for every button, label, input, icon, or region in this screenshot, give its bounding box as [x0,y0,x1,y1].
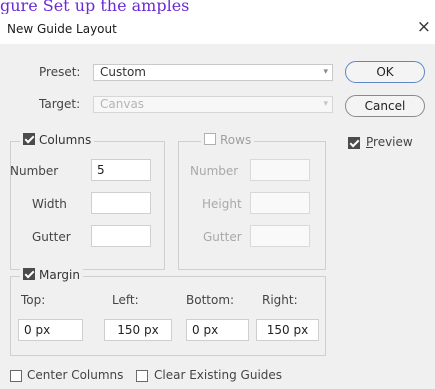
target-label: Target: [39,97,81,111]
rows-gutter-label: Gutter [203,230,242,244]
margin-top-label: Top: [21,293,46,307]
columns-number-label: Number [10,164,59,178]
preview-label[interactable]: Preview [366,135,413,149]
columns-width-input[interactable] [91,192,151,214]
preset-value: Custom [100,65,146,79]
rows-checkbox[interactable] [204,133,216,145]
center-columns-checkbox[interactable] [10,370,22,382]
margin-bottom-input[interactable]: 0 px [186,319,249,341]
margin-right-label: Right: [262,293,298,307]
rows-legend: Rows [201,133,255,147]
margin-checkbox[interactable] [23,268,35,280]
rows-number-label: Number [190,164,239,178]
margin-left-label: Left: [112,293,139,307]
margin-label[interactable]: Margin [39,268,80,282]
columns-number-input[interactable]: 5 [91,159,151,181]
title-bar: New Guide Layout × [0,14,435,44]
target-value: Canvas [100,97,145,111]
columns-checkbox[interactable] [23,133,35,145]
columns-legend: Columns [20,133,95,147]
close-icon[interactable]: × [417,17,431,37]
margin-top-input[interactable]: 0 px [18,319,83,341]
clear-existing-guides-label[interactable]: Clear Existing Guides [154,368,282,382]
center-columns-label[interactable]: Center Columns [27,368,123,382]
top-caption: gure Set up the amples [0,0,435,14]
rows-gutter-input[interactable] [250,225,310,247]
target-select[interactable]: Canvas ▾ [93,96,333,113]
preview-checkbox[interactable] [348,137,360,149]
columns-width-label: Width [32,197,67,211]
columns-gutter-label: Gutter [32,230,71,244]
rows-height-label: Height [202,197,242,211]
preset-select[interactable]: Custom ▾ [93,64,333,81]
chevron-down-icon: ▾ [323,99,328,109]
margin-left-input[interactable]: 150 px [104,319,172,341]
dialog-title: New Guide Layout [7,22,117,36]
new-guide-layout-dialog: New Guide Layout × Preset: Custom ▾ Targ… [0,14,435,389]
cancel-button[interactable]: Cancel [345,95,425,117]
rows-number-input[interactable] [250,159,310,181]
margin-group [10,276,326,356]
columns-label[interactable]: Columns [39,133,91,147]
margin-right-input[interactable]: 150 px [256,319,319,341]
rows-height-input[interactable] [250,192,310,214]
rows-label[interactable]: Rows [220,133,251,147]
preset-label: Preset: [39,65,81,79]
chevron-down-icon: ▾ [323,67,328,77]
columns-gutter-input[interactable] [91,225,151,247]
ok-button[interactable]: OK [345,61,425,83]
margin-legend: Margin [20,268,83,282]
margin-bottom-label: Bottom: [186,293,235,307]
clear-existing-guides-checkbox[interactable] [136,370,148,382]
